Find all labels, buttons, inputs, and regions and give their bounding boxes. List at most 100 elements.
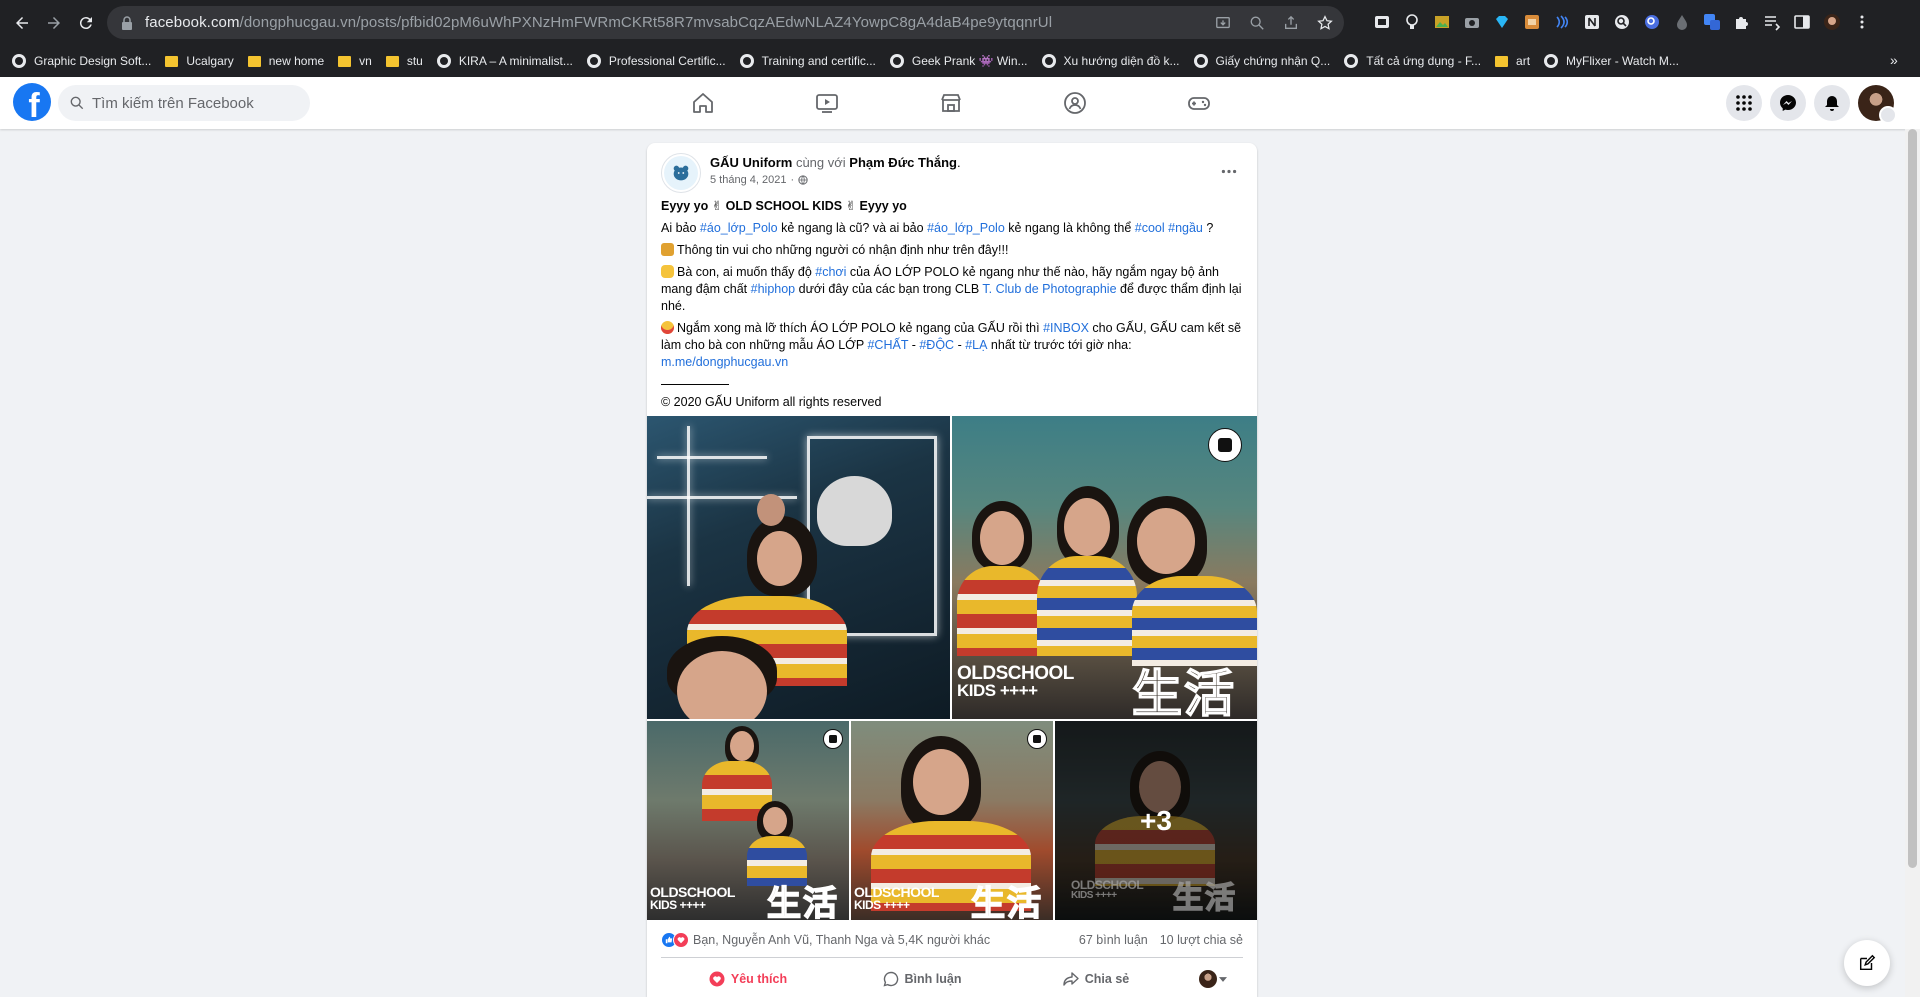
photo-2[interactable]: OLDSCHOOL KIDS ++++ 生活 bbox=[952, 416, 1257, 719]
nav-home[interactable] bbox=[641, 77, 765, 129]
hashtag-cool[interactable]: #cool bbox=[1135, 221, 1165, 235]
photo-3[interactable]: OLDSCHOOL KIDS ++++ 生活 bbox=[647, 721, 849, 920]
back-button[interactable] bbox=[8, 9, 36, 37]
camera-extension-icon[interactable] bbox=[1462, 12, 1482, 32]
comment-count[interactable]: 67 bình luận bbox=[1079, 933, 1148, 947]
notion-extension-icon[interactable] bbox=[1582, 12, 1602, 32]
nav-watch[interactable] bbox=[765, 77, 889, 129]
scrollbar-thumb[interactable] bbox=[1908, 129, 1917, 868]
gaming-icon bbox=[1188, 97, 1210, 110]
puzzle-extensions-icon[interactable] bbox=[1732, 12, 1752, 32]
folder-icon bbox=[338, 55, 352, 67]
hashtag-inbox[interactable]: #INBOX bbox=[1043, 321, 1089, 335]
reload-button[interactable] bbox=[72, 9, 100, 37]
reactions-summary: Bạn, Nguyễn Anh Vũ, Thanh Nga và 5,4K ng… bbox=[661, 930, 1243, 950]
folder-icon bbox=[165, 55, 179, 67]
nav-marketplace[interactable] bbox=[889, 77, 1013, 129]
profile-avatar-icon[interactable] bbox=[1822, 12, 1842, 32]
side-panel-icon[interactable] bbox=[1792, 12, 1812, 32]
bookmark-item[interactable]: MyFlixer - Watch M... bbox=[1544, 54, 1679, 68]
address-bar[interactable]: facebook.com/dongphucgau.vn/posts/pfbid0… bbox=[107, 6, 1344, 39]
translate-extension-icon[interactable] bbox=[1702, 12, 1722, 32]
notifications-button[interactable] bbox=[1814, 85, 1850, 121]
hashtag-la[interactable]: #LẠ bbox=[965, 338, 987, 352]
search-extension-icon[interactable] bbox=[1612, 12, 1632, 32]
account-avatar[interactable] bbox=[1858, 85, 1897, 124]
post-paragraph-3: Bà con, ai muốn thấy độ #chơi của ÁO LỚP… bbox=[661, 264, 1243, 315]
wave-extension-icon[interactable] bbox=[1552, 12, 1572, 32]
more-photos-count[interactable]: +3 bbox=[1055, 721, 1257, 920]
extension-icon[interactable] bbox=[1372, 12, 1392, 32]
share-button[interactable]: Chia sẻ bbox=[1009, 971, 1183, 987]
zoom-icon[interactable] bbox=[1248, 14, 1266, 32]
bookmark-item[interactable]: Geek Prank 👾 Win... bbox=[889, 54, 1028, 68]
search-input[interactable] bbox=[92, 94, 292, 112]
tagged-person-link[interactable]: Phạm Đức Thắng bbox=[849, 155, 957, 170]
photo-4[interactable]: OLDSCHOOL KIDS ++++ 生活 bbox=[851, 721, 1053, 920]
box-extension-icon[interactable] bbox=[1522, 12, 1542, 32]
bookmark-item[interactable]: Professional Certific... bbox=[586, 54, 726, 68]
bookmark-item[interactable]: Training and certific... bbox=[739, 54, 876, 68]
hashtag-hiphop[interactable]: #hiphop bbox=[751, 282, 796, 296]
menu-button[interactable] bbox=[1726, 85, 1762, 121]
post-date-link[interactable]: 5 tháng 4, 2021 bbox=[710, 174, 786, 186]
post-options-button[interactable] bbox=[1217, 159, 1241, 183]
bookmark-item[interactable]: art bbox=[1495, 54, 1530, 68]
install-app-icon[interactable] bbox=[1214, 14, 1232, 32]
bookmark-label: KIRA – A minimalist... bbox=[458, 54, 573, 68]
new-message-button[interactable] bbox=[1844, 940, 1890, 986]
image-extension-icon[interactable] bbox=[1432, 12, 1452, 32]
lens-extension-icon[interactable] bbox=[1642, 12, 1662, 32]
bookmark-item[interactable]: KIRA – A minimalist... bbox=[436, 54, 573, 68]
chrome-menu-icon[interactable] bbox=[1852, 12, 1872, 32]
share-count[interactable]: 10 lượt chia sẻ bbox=[1160, 933, 1243, 947]
bookmark-item[interactable]: Xu hướng diện đồ k... bbox=[1041, 54, 1180, 68]
page-scrollbar[interactable] bbox=[1905, 129, 1920, 997]
bookmark-item[interactable]: vn bbox=[338, 54, 372, 68]
reactor-names[interactable]: Bạn, Nguyễn Anh Vũ, Thanh Nga và 5,4K ng… bbox=[693, 933, 990, 947]
nav-gaming[interactable] bbox=[1137, 77, 1261, 129]
bookmark-item[interactable]: new home bbox=[247, 54, 324, 68]
page-avatar[interactable] bbox=[661, 153, 701, 193]
forward-button[interactable] bbox=[40, 9, 68, 37]
hashtag-ao-lop-polo[interactable]: #áo_lớp_Polo bbox=[700, 221, 778, 235]
globe-icon bbox=[1193, 54, 1208, 68]
post-as-selector[interactable] bbox=[1183, 970, 1243, 988]
diamond-extension-icon[interactable] bbox=[1492, 12, 1512, 32]
nav-groups[interactable] bbox=[1013, 77, 1137, 129]
club-page-link[interactable]: T. Club de Photographie bbox=[982, 282, 1116, 296]
more-bookmarks-button[interactable]: » bbox=[1890, 52, 1906, 68]
messenger-button[interactable] bbox=[1770, 85, 1806, 121]
brand-title: OLDSCHOOL bbox=[650, 884, 735, 900]
globe-icon bbox=[12, 54, 26, 68]
bookmark-star-icon[interactable] bbox=[1316, 14, 1334, 32]
facebook-search[interactable] bbox=[58, 85, 310, 121]
reaction-icons[interactable] bbox=[661, 932, 689, 948]
drop-extension-icon[interactable] bbox=[1672, 12, 1692, 32]
bookmark-item[interactable]: Ucalgary bbox=[165, 54, 234, 68]
bookmark-item[interactable]: Graphic Design Soft... bbox=[12, 54, 151, 68]
bookmark-item[interactable]: stu bbox=[385, 54, 423, 68]
page-name-link[interactable]: GẤU Uniform bbox=[710, 155, 792, 170]
url-text: facebook.com/dongphucgau.vn/posts/pfbid0… bbox=[145, 14, 1052, 31]
post-title-line: Eyyy yo ✌ OLD SCHOOL KIDS ✌ Eyyy yo bbox=[661, 199, 907, 213]
photo-5[interactable]: OLDSCHOOL KIDS ++++ 生活 +3 bbox=[1055, 721, 1257, 920]
love-button[interactable]: Yêu thích bbox=[661, 971, 835, 987]
comment-button[interactable]: Bình luận bbox=[835, 971, 1009, 987]
photo-1[interactable] bbox=[647, 416, 950, 719]
hashtag-ao-lop-polo-2[interactable]: #áo_lớp_Polo bbox=[927, 221, 1005, 235]
hashtag-ngau[interactable]: #ngầu bbox=[1168, 221, 1203, 235]
facebook-logo[interactable]: f bbox=[13, 83, 51, 121]
messenger-link[interactable]: m.me/dongphucgau.vn bbox=[661, 355, 788, 369]
bookmark-item[interactable]: Tất cả ứng dụng - F... bbox=[1344, 54, 1481, 68]
lightbulb-extension-icon[interactable] bbox=[1402, 12, 1422, 32]
bookmark-item[interactable]: Giấy chứng nhận Q... bbox=[1193, 54, 1330, 68]
globe-icon bbox=[586, 54, 601, 68]
bookmark-label: MyFlixer - Watch M... bbox=[1566, 54, 1679, 68]
neon-sign-shape bbox=[657, 456, 767, 459]
hashtag-chat[interactable]: #CHẤT bbox=[867, 338, 908, 352]
hashtag-doc[interactable]: #ĐỘC bbox=[919, 338, 954, 352]
reading-list-icon[interactable] bbox=[1762, 12, 1782, 32]
share-icon[interactable] bbox=[1282, 14, 1300, 32]
hashtag-choi[interactable]: #chơi bbox=[815, 265, 846, 279]
